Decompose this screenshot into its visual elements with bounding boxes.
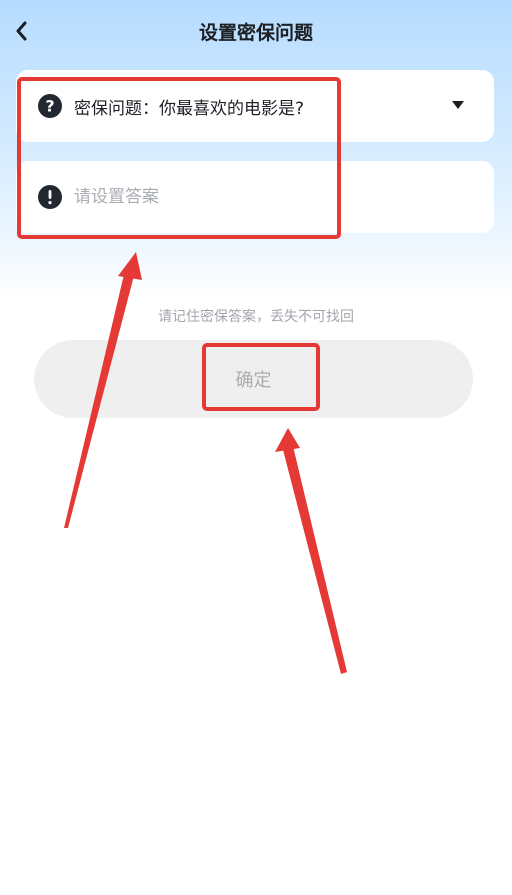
security-question-selector[interactable]: ? 密保问题：你最喜欢的电影是? [16, 70, 494, 142]
exclamation-circle-icon [38, 185, 62, 209]
page-title: 设置密保问题 [198, 22, 313, 44]
hint-text: 请记住密保答案，丢失不可找回 [158, 309, 354, 325]
answer-field-card [16, 161, 494, 233]
svg-text:?: ? [45, 97, 54, 116]
top-bar: 设置密保问题 [0, 0, 512, 62]
confirm-button[interactable]: 确定 [34, 340, 473, 418]
question-circle-icon: ? [38, 94, 62, 118]
security-question-label: 密保问题：你最喜欢的电影是? [74, 99, 305, 119]
answer-input[interactable] [74, 179, 474, 215]
arrow-to-confirm [275, 428, 347, 674]
caret-down-icon[interactable] [451, 100, 465, 110]
